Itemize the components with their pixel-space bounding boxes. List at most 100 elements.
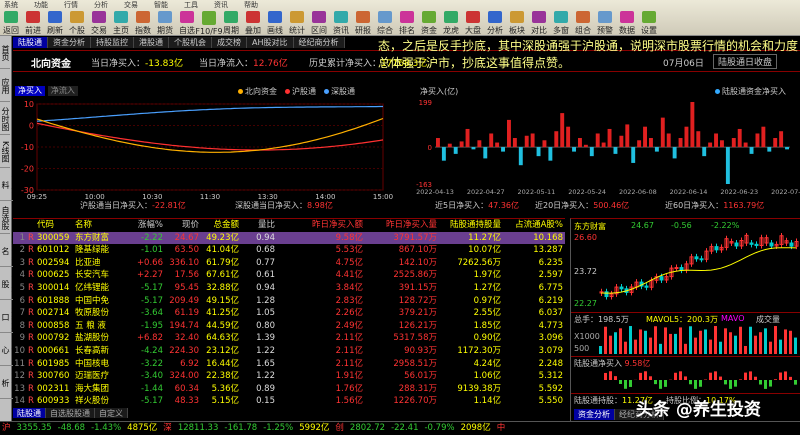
table-cell: 隆基绿能 (75, 245, 110, 256)
left-tab-5[interactable]: 自选股 (0, 201, 10, 234)
table-cell: +6.82 (136, 333, 163, 344)
column-header[interactable]: 现价 (163, 219, 199, 232)
y-tick: 0 (428, 144, 432, 152)
column-header[interactable]: 昨日净买入量 (363, 219, 437, 232)
table-row[interactable]: 8 R 000858 五 粮 液 -1.95 194.74 44.59亿 0.80 2.49亿 1… (13, 320, 565, 333)
table-row[interactable]: 7 R 002714 牧原股份 -3.64 61.19 41.25亿 1.05 2.26亿 379… (13, 307, 565, 320)
bottom-tab-0[interactable]: 陆股通 (13, 408, 46, 418)
column-header[interactable]: 名称 (75, 219, 121, 232)
flow-bar (643, 126, 647, 148)
candle-body (659, 276, 664, 281)
left-tab-0[interactable]: 首页 (0, 36, 10, 69)
table-row[interactable]: 11 R 601985 中国核电 -3.22 6.92 16.44亿 1.65 2.11亿 295… (13, 358, 565, 371)
column-header[interactable]: 量比 (239, 219, 275, 232)
table-cell: 142.10万 (398, 257, 437, 268)
table-cell: 12 (14, 371, 25, 382)
table-cell: 1.27亿 (473, 282, 501, 293)
column-header[interactable]: 总金额 (199, 219, 239, 232)
toolbar-icon (488, 11, 502, 23)
sh-pct: -1.43% (91, 423, 122, 433)
status-bar: 沪 3355.35 -48.68 -1.43% 4875亿 深 12811.33… (0, 421, 800, 435)
hold-bar (749, 371, 752, 380)
tab-net-inflow[interactable]: 净流入 (47, 86, 78, 96)
menu-item-0[interactable]: 系统 (4, 0, 18, 9)
menu-item-5[interactable]: 智能 (154, 0, 168, 9)
flow-bar (607, 128, 612, 148)
table-cell: 300760 (37, 371, 70, 382)
sub-tab-4[interactable]: 个股机会 (169, 37, 212, 48)
left-tab-1[interactable]: 应用 (0, 69, 10, 102)
menu-item-4[interactable]: 交易 (124, 0, 138, 9)
toolbar-icon (356, 11, 370, 23)
table-cell: 5.592 (538, 383, 563, 394)
sub-tab-1[interactable]: 资金分析 (48, 37, 91, 48)
sub-tab-5[interactable]: 成交榜 (212, 37, 247, 48)
column-header[interactable] (25, 219, 37, 232)
lo-price: 22.27 (574, 299, 597, 308)
column-header[interactable] (13, 219, 25, 232)
table-row[interactable]: 12 R 300760 迈瑞医疗 -3.40 324.00 22.38亿 1.22 1.91亿 5… (13, 370, 565, 383)
sub-tab-2[interactable]: 持股监控 (91, 37, 134, 48)
toolbar-icon (92, 11, 106, 23)
menu-item-7[interactable]: 资讯 (214, 0, 228, 9)
volume-bar (634, 339, 637, 354)
tab-fund-analysis[interactable]: 资金分析 (574, 409, 615, 420)
table-cell: 300059 (37, 232, 70, 243)
column-header[interactable]: 昨日净买入额 (275, 219, 363, 232)
toolbar-icon (290, 11, 304, 23)
toolbar-label: 对比 (531, 26, 547, 35)
table-cell: -5.17 (141, 295, 163, 306)
toolbar-label: 返回 (3, 26, 19, 35)
legend-label: 沪股通 (292, 87, 316, 96)
left-tab-2[interactable]: 分时图 (0, 102, 10, 135)
volume-bar (764, 328, 767, 354)
menu-item-2[interactable]: 行情 (64, 0, 78, 9)
column-header[interactable]: 占流通A股% (501, 219, 563, 232)
hold-bar (794, 380, 797, 385)
sub-tab-7[interactable]: 经纪商分析 (293, 37, 345, 48)
bottom-tab-2[interactable]: 自定义 (95, 408, 128, 418)
flow-bar (524, 135, 529, 148)
flow-bar (708, 142, 713, 148)
menu-item-6[interactable]: 工具 (184, 0, 198, 9)
toolbar-icon (224, 11, 238, 23)
bottom-tab-1[interactable]: 自选股股通 (46, 408, 95, 418)
column-header[interactable]: 陆股通持股量 (437, 219, 501, 232)
tab-net-buy[interactable]: 净买入 (15, 86, 45, 96)
menu-item-3[interactable]: 分析 (94, 0, 108, 9)
sh-index: 3355.35 (16, 423, 52, 433)
flow-bar (465, 128, 470, 148)
flow-bar (441, 147, 446, 161)
sub-tab-6[interactable]: AH股对比 (247, 37, 294, 48)
menu-item-1[interactable]: 功能 (34, 0, 48, 9)
toolbar-icon (4, 11, 18, 23)
cy-amount: 2098亿 (460, 423, 491, 433)
table-row[interactable]: 14 R 600933 祥火股份 -5.17 48.33 5.15亿 0.15 1.56亿 122… (13, 395, 565, 408)
table-row[interactable]: 2 R 601012 隆基绿能 -1.01 63.50 41.04亿 0.68 5.53亿 867… (13, 244, 565, 257)
table-cell: 67.61亿 (206, 270, 239, 281)
sub-tab-3[interactable]: 港股通 (134, 37, 169, 48)
hold-bar (614, 376, 617, 380)
left-tab-3[interactable]: K线图 (0, 135, 10, 168)
column-header[interactable]: 代码 (37, 219, 75, 232)
table-row[interactable]: 3 R 002594 比亚迪 +0.66 336.10 61.79亿 0.77 4.75亿 142… (13, 257, 565, 270)
table-row[interactable]: 10 R 000661 长春高新 -4.24 224.30 23.12亿 1.22 2.11亿 9… (13, 345, 565, 358)
table-row[interactable]: 6 R 601888 中国中免 -5.17 209.49 49.15亿 1.28 2.83亿 12… (13, 295, 565, 308)
menu-item-8[interactable]: 帮助 (244, 0, 258, 9)
toolbar-icon (400, 11, 414, 23)
table-cell: 5.36亿 (211, 383, 239, 394)
table-row[interactable]: 1 R 300059 东方财富 -2.22 24.67 49.23亿 0.94 9.58亿 379… (13, 231, 565, 245)
flow-bar (737, 128, 742, 148)
column-header[interactable]: 涨幅% (121, 219, 163, 232)
toolbar-icon (444, 11, 458, 23)
table-cell: 1.22 (256, 345, 275, 356)
table-row[interactable]: 5 R 300014 亿纬锂能 -5.17 95.45 32.88亿 0.94 3.84亿 391… (13, 282, 565, 295)
table-row[interactable]: 13 R 002311 海大集团 -1.44 60.34 5.36亿 0.89 1.76亿 288… (13, 383, 565, 396)
sub-tab-0[interactable]: 陆股通 (13, 37, 48, 48)
table-row[interactable]: 9 R 000792 盐湖股份 +6.82 32.40 64.63亿 1.39 2.11亿 531… (13, 332, 565, 345)
table-cell: 海大集团 (75, 383, 110, 394)
x-tick: 2022-05-24 (568, 188, 606, 196)
flow-bar (725, 147, 730, 184)
y-tick: 0 (29, 122, 34, 131)
table-row[interactable]: 4 R 000625 长安汽车 +2.27 17.56 67.61亿 0.61 4.41亿 252… (13, 269, 565, 282)
